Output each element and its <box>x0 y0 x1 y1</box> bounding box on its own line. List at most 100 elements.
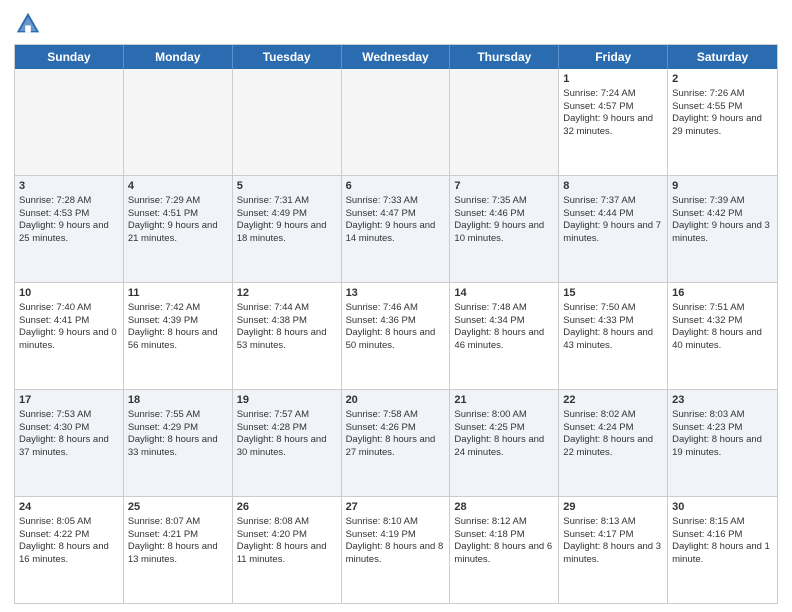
day-number: 20 <box>346 393 446 408</box>
day-info: Sunrise: 7:50 AM Sunset: 4:33 PM Dayligh… <box>563 302 653 351</box>
calendar-cell: 3Sunrise: 7:28 AM Sunset: 4:53 PM Daylig… <box>15 176 124 282</box>
day-number: 16 <box>672 286 773 301</box>
calendar-cell: 12Sunrise: 7:44 AM Sunset: 4:38 PM Dayli… <box>233 283 342 389</box>
weekday-header: Friday <box>559 45 668 69</box>
calendar-cell: 23Sunrise: 8:03 AM Sunset: 4:23 PM Dayli… <box>668 390 777 496</box>
day-info: Sunrise: 8:07 AM Sunset: 4:21 PM Dayligh… <box>128 516 218 565</box>
logo <box>14 10 46 38</box>
day-number: 3 <box>19 179 119 194</box>
calendar-cell: 17Sunrise: 7:53 AM Sunset: 4:30 PM Dayli… <box>15 390 124 496</box>
day-number: 8 <box>563 179 663 194</box>
calendar-row: 17Sunrise: 7:53 AM Sunset: 4:30 PM Dayli… <box>15 390 777 497</box>
calendar-cell: 8Sunrise: 7:37 AM Sunset: 4:44 PM Daylig… <box>559 176 668 282</box>
day-info: Sunrise: 8:10 AM Sunset: 4:19 PM Dayligh… <box>346 516 444 565</box>
calendar-cell: 9Sunrise: 7:39 AM Sunset: 4:42 PM Daylig… <box>668 176 777 282</box>
calendar-cell: 24Sunrise: 8:05 AM Sunset: 4:22 PM Dayli… <box>15 497 124 603</box>
calendar-cell <box>15 69 124 175</box>
day-info: Sunrise: 7:35 AM Sunset: 4:46 PM Dayligh… <box>454 195 544 244</box>
calendar-cell: 10Sunrise: 7:40 AM Sunset: 4:41 PM Dayli… <box>15 283 124 389</box>
day-info: Sunrise: 7:28 AM Sunset: 4:53 PM Dayligh… <box>19 195 109 244</box>
calendar-cell: 27Sunrise: 8:10 AM Sunset: 4:19 PM Dayli… <box>342 497 451 603</box>
day-info: Sunrise: 8:15 AM Sunset: 4:16 PM Dayligh… <box>672 516 770 565</box>
day-info: Sunrise: 7:37 AM Sunset: 4:44 PM Dayligh… <box>563 195 661 244</box>
day-info: Sunrise: 8:00 AM Sunset: 4:25 PM Dayligh… <box>454 409 544 458</box>
day-number: 22 <box>563 393 663 408</box>
day-number: 5 <box>237 179 337 194</box>
day-number: 9 <box>672 179 773 194</box>
calendar-cell: 2Sunrise: 7:26 AM Sunset: 4:55 PM Daylig… <box>668 69 777 175</box>
weekday-header: Thursday <box>450 45 559 69</box>
calendar-cell: 29Sunrise: 8:13 AM Sunset: 4:17 PM Dayli… <box>559 497 668 603</box>
day-info: Sunrise: 8:13 AM Sunset: 4:17 PM Dayligh… <box>563 516 661 565</box>
calendar-cell: 26Sunrise: 8:08 AM Sunset: 4:20 PM Dayli… <box>233 497 342 603</box>
day-number: 17 <box>19 393 119 408</box>
calendar-cell: 30Sunrise: 8:15 AM Sunset: 4:16 PM Dayli… <box>668 497 777 603</box>
day-number: 14 <box>454 286 554 301</box>
calendar: SundayMondayTuesdayWednesdayThursdayFrid… <box>14 44 778 604</box>
day-number: 27 <box>346 500 446 515</box>
calendar-cell: 16Sunrise: 7:51 AM Sunset: 4:32 PM Dayli… <box>668 283 777 389</box>
calendar-cell: 28Sunrise: 8:12 AM Sunset: 4:18 PM Dayli… <box>450 497 559 603</box>
weekday-header: Saturday <box>668 45 777 69</box>
calendar-cell: 13Sunrise: 7:46 AM Sunset: 4:36 PM Dayli… <box>342 283 451 389</box>
calendar-cell: 11Sunrise: 7:42 AM Sunset: 4:39 PM Dayli… <box>124 283 233 389</box>
calendar-cell: 7Sunrise: 7:35 AM Sunset: 4:46 PM Daylig… <box>450 176 559 282</box>
day-number: 21 <box>454 393 554 408</box>
day-number: 28 <box>454 500 554 515</box>
day-number: 12 <box>237 286 337 301</box>
weekday-header: Tuesday <box>233 45 342 69</box>
day-info: Sunrise: 7:26 AM Sunset: 4:55 PM Dayligh… <box>672 88 762 137</box>
day-info: Sunrise: 7:33 AM Sunset: 4:47 PM Dayligh… <box>346 195 436 244</box>
day-info: Sunrise: 7:29 AM Sunset: 4:51 PM Dayligh… <box>128 195 218 244</box>
calendar-cell: 15Sunrise: 7:50 AM Sunset: 4:33 PM Dayli… <box>559 283 668 389</box>
day-number: 23 <box>672 393 773 408</box>
calendar-cell: 21Sunrise: 8:00 AM Sunset: 4:25 PM Dayli… <box>450 390 559 496</box>
day-number: 1 <box>563 72 663 87</box>
calendar-cell <box>450 69 559 175</box>
day-number: 18 <box>128 393 228 408</box>
day-info: Sunrise: 7:31 AM Sunset: 4:49 PM Dayligh… <box>237 195 327 244</box>
calendar-cell: 5Sunrise: 7:31 AM Sunset: 4:49 PM Daylig… <box>233 176 342 282</box>
calendar-cell: 19Sunrise: 7:57 AM Sunset: 4:28 PM Dayli… <box>233 390 342 496</box>
day-info: Sunrise: 7:44 AM Sunset: 4:38 PM Dayligh… <box>237 302 327 351</box>
day-number: 7 <box>454 179 554 194</box>
calendar-row: 1Sunrise: 7:24 AM Sunset: 4:57 PM Daylig… <box>15 69 777 176</box>
day-info: Sunrise: 8:02 AM Sunset: 4:24 PM Dayligh… <box>563 409 653 458</box>
day-info: Sunrise: 7:57 AM Sunset: 4:28 PM Dayligh… <box>237 409 327 458</box>
day-info: Sunrise: 7:40 AM Sunset: 4:41 PM Dayligh… <box>19 302 117 351</box>
day-info: Sunrise: 8:08 AM Sunset: 4:20 PM Dayligh… <box>237 516 327 565</box>
day-info: Sunrise: 7:46 AM Sunset: 4:36 PM Dayligh… <box>346 302 436 351</box>
day-number: 11 <box>128 286 228 301</box>
day-info: Sunrise: 7:24 AM Sunset: 4:57 PM Dayligh… <box>563 88 653 137</box>
calendar-cell <box>233 69 342 175</box>
day-info: Sunrise: 7:42 AM Sunset: 4:39 PM Dayligh… <box>128 302 218 351</box>
weekday-header: Sunday <box>15 45 124 69</box>
calendar-body: 1Sunrise: 7:24 AM Sunset: 4:57 PM Daylig… <box>15 69 777 603</box>
calendar-cell: 1Sunrise: 7:24 AM Sunset: 4:57 PM Daylig… <box>559 69 668 175</box>
calendar-cell <box>342 69 451 175</box>
page-header <box>14 10 778 38</box>
day-number: 29 <box>563 500 663 515</box>
calendar-cell: 20Sunrise: 7:58 AM Sunset: 4:26 PM Dayli… <box>342 390 451 496</box>
day-info: Sunrise: 7:58 AM Sunset: 4:26 PM Dayligh… <box>346 409 436 458</box>
day-number: 2 <box>672 72 773 87</box>
day-number: 13 <box>346 286 446 301</box>
day-info: Sunrise: 7:48 AM Sunset: 4:34 PM Dayligh… <box>454 302 544 351</box>
calendar-cell: 25Sunrise: 8:07 AM Sunset: 4:21 PM Dayli… <box>124 497 233 603</box>
weekday-header: Monday <box>124 45 233 69</box>
logo-icon <box>14 10 42 38</box>
calendar-row: 10Sunrise: 7:40 AM Sunset: 4:41 PM Dayli… <box>15 283 777 390</box>
calendar-cell <box>124 69 233 175</box>
day-info: Sunrise: 8:03 AM Sunset: 4:23 PM Dayligh… <box>672 409 762 458</box>
calendar-cell: 22Sunrise: 8:02 AM Sunset: 4:24 PM Dayli… <box>559 390 668 496</box>
day-number: 19 <box>237 393 337 408</box>
calendar-cell: 4Sunrise: 7:29 AM Sunset: 4:51 PM Daylig… <box>124 176 233 282</box>
day-number: 10 <box>19 286 119 301</box>
calendar-header: SundayMondayTuesdayWednesdayThursdayFrid… <box>15 45 777 69</box>
day-number: 25 <box>128 500 228 515</box>
day-number: 26 <box>237 500 337 515</box>
day-info: Sunrise: 8:05 AM Sunset: 4:22 PM Dayligh… <box>19 516 109 565</box>
day-number: 15 <box>563 286 663 301</box>
page-container: SundayMondayTuesdayWednesdayThursdayFrid… <box>0 0 792 612</box>
day-number: 6 <box>346 179 446 194</box>
